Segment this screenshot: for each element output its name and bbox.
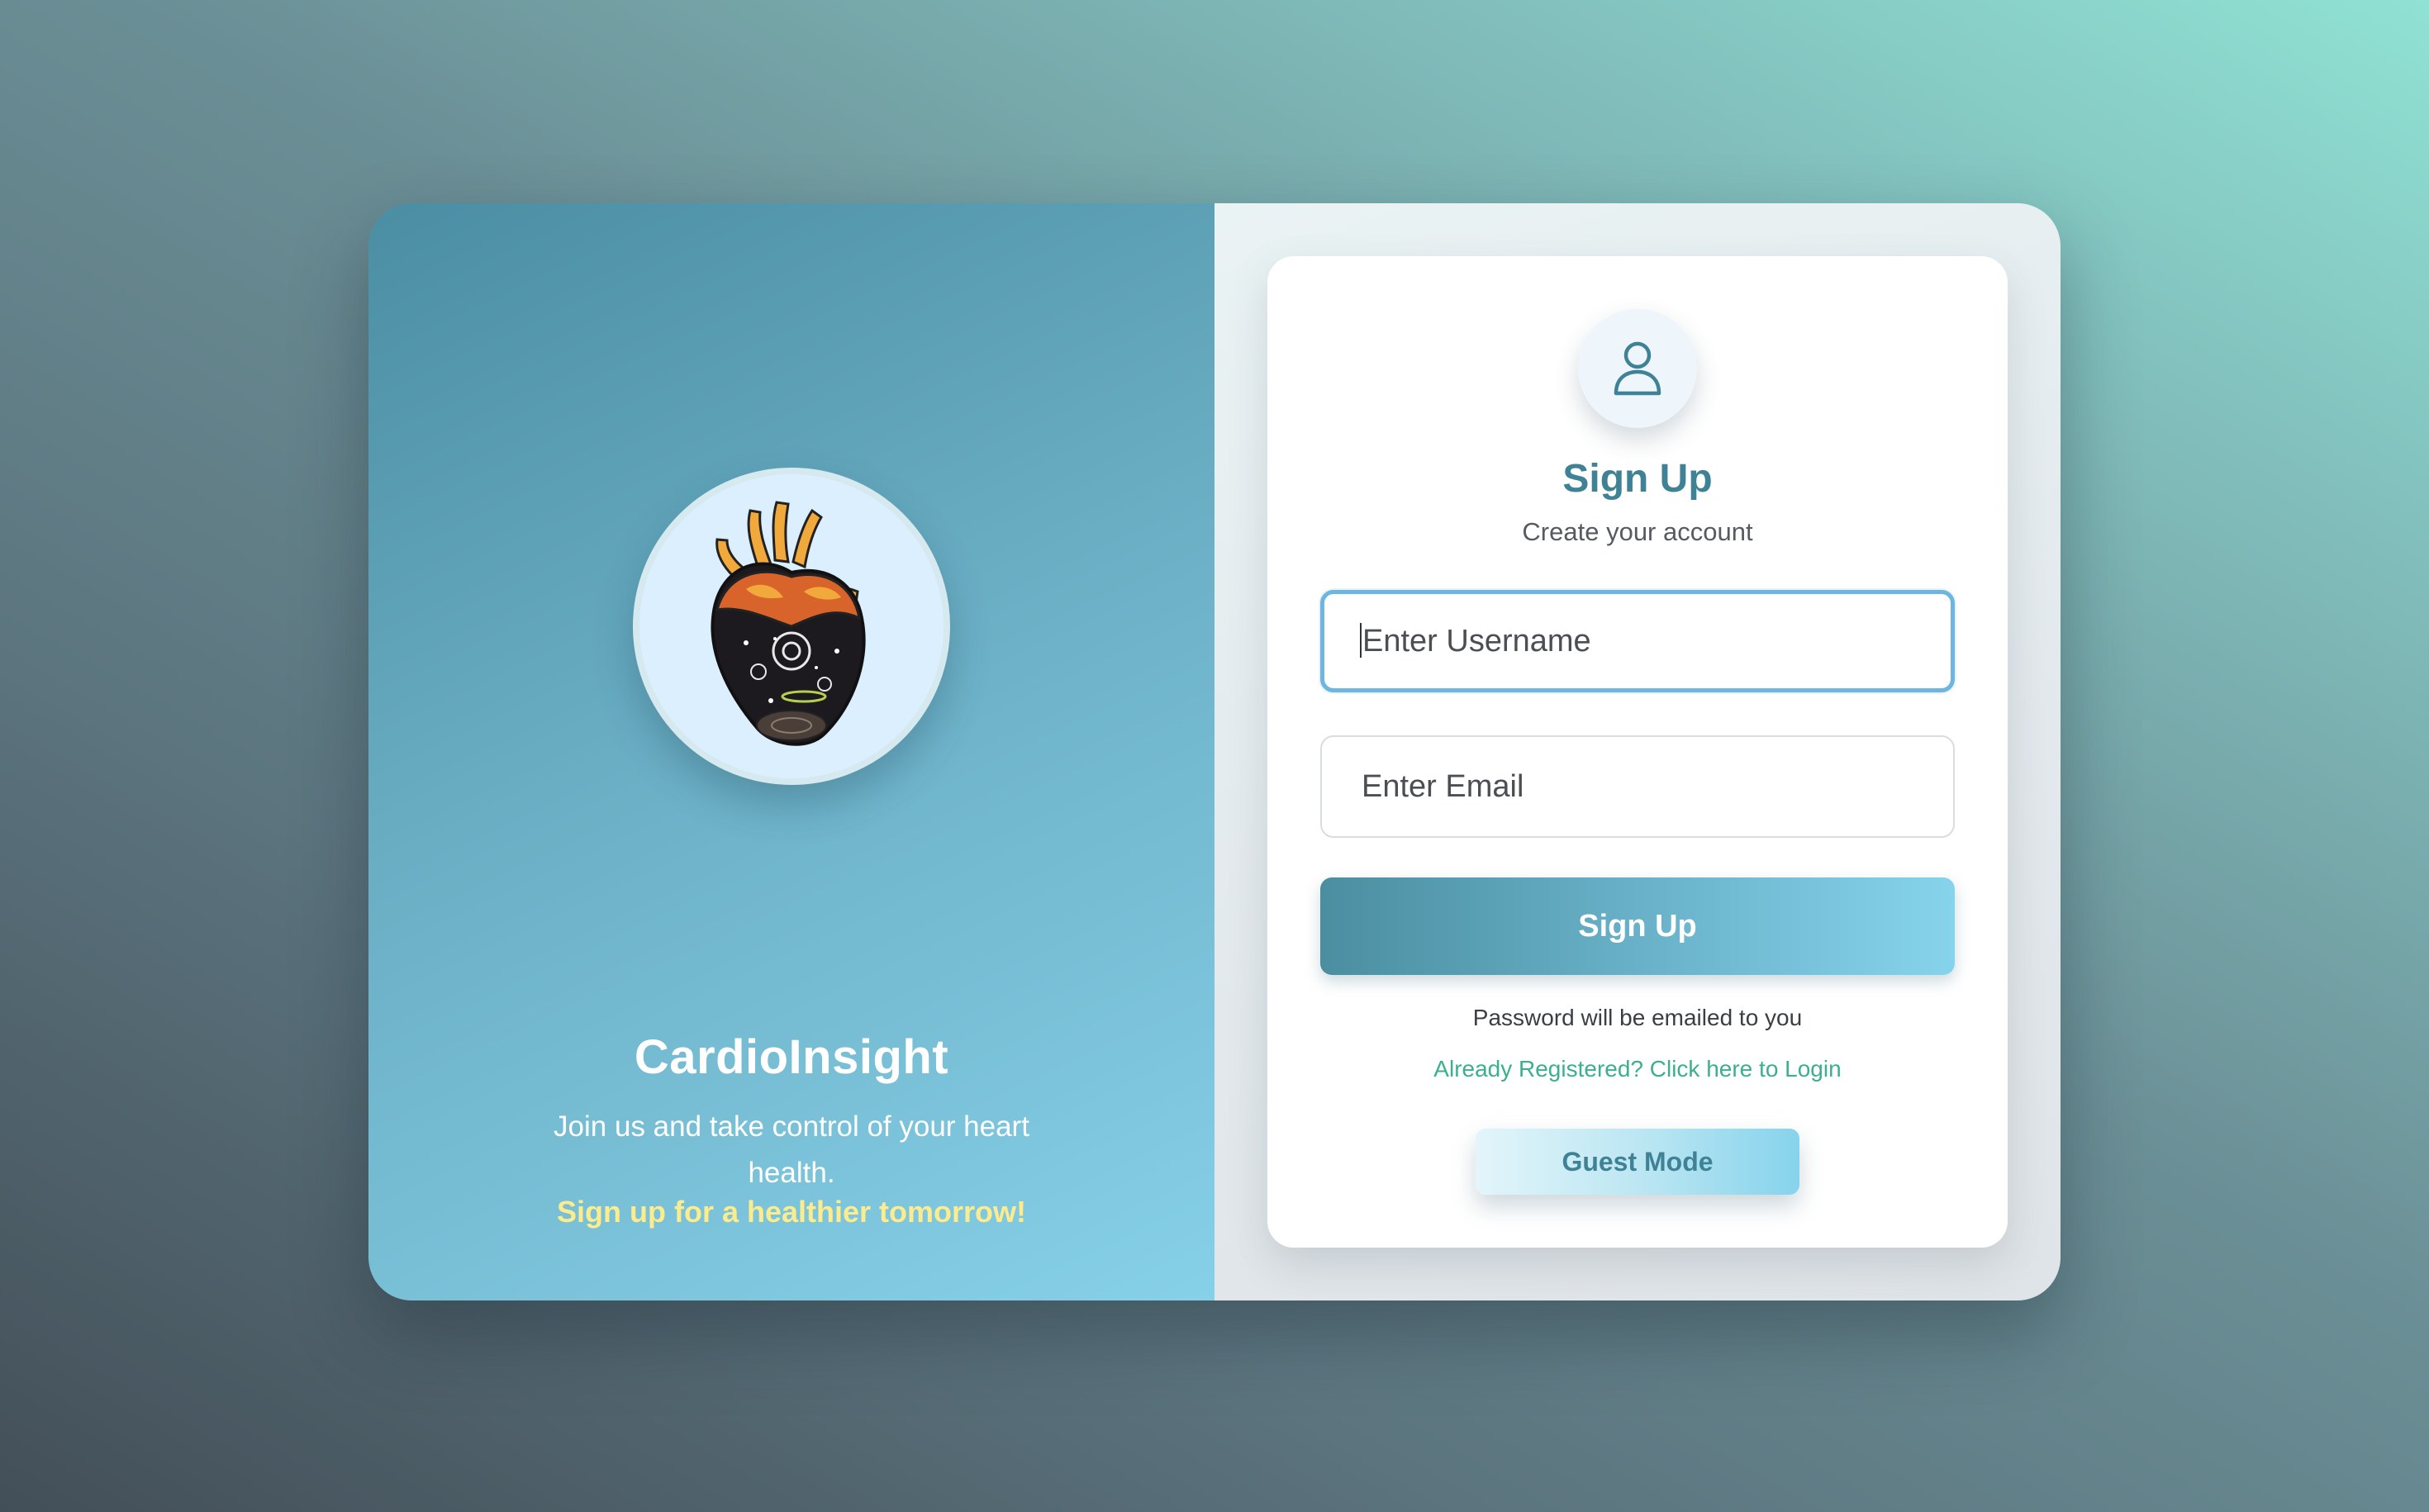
form-title: Sign Up xyxy=(1562,457,1713,501)
guest-mode-button[interactable]: Guest Mode xyxy=(1476,1129,1799,1195)
brand-title: CardioInsight xyxy=(634,1030,949,1084)
username-input[interactable] xyxy=(1320,590,1955,692)
avatar xyxy=(1578,309,1697,428)
user-icon xyxy=(1614,341,1661,396)
heart-illustration-icon xyxy=(711,501,866,746)
form-subtitle: Create your account xyxy=(1522,517,1753,546)
form-panel: Sign Up Create your account Sign Up Pass… xyxy=(1214,203,2061,1300)
brand-tagline: Join us and take control of your heart h… xyxy=(554,1110,1029,1189)
signup-card: CardioInsight Join us and take control o… xyxy=(368,203,2061,1300)
brand-cta: Sign up for a healthier tomorrow! xyxy=(556,1195,1027,1229)
email-input[interactable] xyxy=(1320,735,1955,838)
brand-logo xyxy=(633,468,950,785)
signup-button[interactable]: Sign Up xyxy=(1320,877,1955,975)
brand-panel: CardioInsight Join us and take control o… xyxy=(368,203,1214,1300)
signup-form: Sign Up Create your account Sign Up Pass… xyxy=(1267,256,2008,1248)
login-link[interactable]: Already Registered? Click here to Login xyxy=(1267,1056,2008,1082)
text-caret xyxy=(1360,623,1362,658)
password-note: Password will be emailed to you xyxy=(1472,1005,1803,1030)
